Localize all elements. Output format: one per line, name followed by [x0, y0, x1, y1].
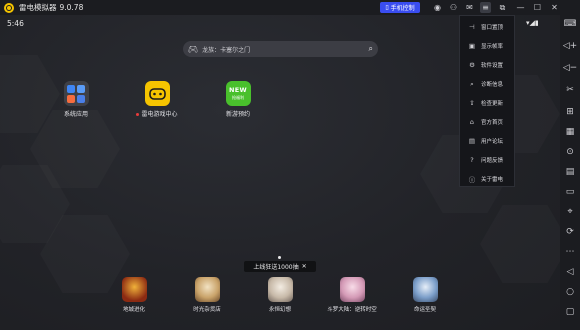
app-logo-icon [4, 2, 14, 13]
game-icon [339, 277, 365, 302]
keyboard-icon[interactable]: ⌨ [564, 18, 577, 30]
dock-app-label: 永恒幻想 [268, 307, 291, 313]
home-icon: ⌂ [469, 118, 475, 126]
menu-item-label: 窗口置顶 [481, 25, 504, 31]
settings-icon: ⚙ [469, 61, 475, 69]
menu-item-label: 官方首页 [481, 120, 504, 126]
mail-icon[interactable]: ✉ [464, 2, 475, 13]
menu-item-pin[interactable]: ⊣ 窗口置顶 [460, 19, 516, 35]
status-time: 5:46 [7, 19, 24, 28]
app-title: 雷电模拟器 [19, 3, 57, 12]
game-icon [121, 277, 147, 302]
operation-icon[interactable]: ▤ [564, 166, 576, 178]
maximize-icon[interactable]: ☐ [532, 2, 543, 13]
new-badge-dot [136, 113, 140, 116]
app-label: 雷电游戏中心 [141, 111, 178, 118]
feedback-icon: ? [470, 156, 474, 164]
add-app-icon[interactable]: ⊞ [564, 106, 576, 118]
menu-item-label: 关于雷电 [481, 177, 504, 183]
update-icon: ⇪ [469, 99, 475, 107]
fps-icon: ▣ [468, 42, 476, 50]
main-menu-dropdown: ⊣ 窗口置顶 ▣ 显示帧率 ⚙ 软件设置 ⌕ 诊断信息 ⇪ 检查更新 ⌂ 官方首… [459, 15, 515, 187]
status-icons: ▾◢▮ [526, 19, 539, 27]
menu-item-about[interactable]: ⓘ 关于雷电 [460, 171, 516, 187]
right-toolbar: ⌨ ◁+ ◁− ✂ ⊞ ▦ ⊙ ▤ ▭ ⌖ ⟳ ⋯ ◁ ○ ▢ [560, 15, 580, 330]
menu-item-label: 检查更新 [481, 101, 504, 107]
forum-icon: ▤ [468, 137, 476, 145]
dock-app-label: 时光杂货店 [193, 307, 221, 313]
screenshot-icon[interactable]: ✂ [564, 84, 576, 96]
game-icon [194, 277, 220, 302]
promo-banner[interactable]: 上线狂送1000抽 ✕ [244, 261, 316, 272]
about-icon: ⓘ [468, 176, 476, 184]
gamepad-icon: 🎮︎ [188, 44, 199, 54]
recent-apps-icon[interactable]: ▢ [564, 306, 576, 318]
promo-text: 上线狂送1000抽 [253, 264, 299, 271]
location-icon[interactable]: ⌖ [564, 206, 576, 218]
back-icon[interactable]: ◁ [564, 266, 576, 278]
background-hexagon [480, 205, 560, 283]
dock-app-label: 斗罗大陆：逆转时空 [327, 307, 377, 313]
menu-item-feedback[interactable]: ? 问题反馈 [460, 152, 516, 168]
more-icon[interactable]: ⋯ [564, 246, 576, 258]
record-icon[interactable]: ⊙ [564, 146, 576, 158]
minimize-icon[interactable]: — [515, 2, 526, 13]
diagnose-icon: ⌕ [470, 79, 474, 88]
folder-icon[interactable]: ▭ [564, 186, 576, 198]
phone-control-label: 手机控制 [390, 5, 415, 12]
keymap-icon[interactable]: ▦ [564, 126, 576, 138]
app-version: 9.0.78 [59, 3, 84, 12]
volume-down-icon[interactable]: ◁− [563, 62, 577, 74]
search-icon[interactable]: ⌕ [369, 44, 373, 54]
page-indicator [278, 256, 281, 259]
search-bar[interactable]: 🎮︎ 龙族：卡塞尔之门 ⌕ [183, 41, 378, 57]
dock-app-label: 命运圣契 [413, 307, 436, 313]
close-icon[interactable]: ✕ [549, 2, 560, 13]
controller-icon[interactable]: ◉ [432, 2, 443, 13]
new-game-icon: NEW 抢福利 [225, 81, 251, 106]
system-apps-icon [63, 81, 89, 106]
menu-icon[interactable]: ≡ [480, 2, 491, 13]
menu-item-homepage[interactable]: ⌂ 官方首页 [460, 114, 516, 130]
menu-item-label: 用户论坛 [481, 139, 504, 145]
app-game-center[interactable]: 雷电游戏中心 [127, 81, 187, 118]
home-nav-icon[interactable]: ○ [564, 286, 576, 298]
new-badge-subtext: 抢福利 [232, 95, 244, 100]
volume-up-icon[interactable]: ◁+ [563, 40, 577, 52]
menu-item-settings[interactable]: ⚙ 软件设置 [460, 57, 516, 73]
close-icon[interactable]: ✕ [302, 263, 307, 270]
game-icon [412, 277, 438, 302]
app-system-apps[interactable]: 系统应用 [46, 81, 106, 118]
game-center-icon [144, 81, 170, 106]
app-label: 系统应用 [63, 111, 88, 118]
game-icon [267, 277, 293, 302]
phone-control-button[interactable]: ▯ 手机控制 [380, 2, 420, 13]
user-icon[interactable]: ⚇ [448, 2, 459, 13]
phone-icon: ▯ [385, 4, 389, 11]
menu-item-fps[interactable]: ▣ 显示帧率 [460, 38, 516, 54]
menu-item-label: 问题反馈 [481, 158, 504, 164]
app-new-game[interactable]: NEW 抢福利 新游预约 [208, 81, 268, 118]
dock-app-dicheng[interactable]: 地城进化 [104, 277, 164, 313]
new-badge-text: NEW [229, 86, 247, 94]
title-bar: 雷电模拟器 9.0.78 ▯ 手机控制 ◉ ⚇ ✉ ≡ ⧉ — ☐ ✕ [0, 0, 580, 15]
dock-app-yongheng[interactable]: 永恒幻想 [250, 277, 310, 313]
pin-icon: ⊣ [469, 23, 475, 31]
menu-item-label: 软件设置 [481, 63, 504, 69]
dock-app-shiguang[interactable]: 时光杂货店 [177, 277, 237, 313]
app-label: 新游预约 [225, 111, 250, 118]
search-placeholder: 龙族：卡塞尔之门 [202, 46, 251, 54]
dock-app-douluo[interactable]: 斗罗大陆：逆转时空 [322, 277, 382, 313]
menu-item-label: 诊断信息 [481, 82, 504, 88]
dock-app-label: 地城进化 [122, 307, 145, 313]
menu-item-forum[interactable]: ▤ 用户论坛 [460, 133, 516, 149]
dock-app-mingyun[interactable]: 命运圣契 [395, 277, 455, 313]
menu-item-label: 显示帧率 [481, 44, 504, 50]
menu-item-diagnose[interactable]: ⌕ 诊断信息 [460, 76, 516, 92]
restore-icon[interactable]: ⧉ [497, 2, 508, 13]
sync-icon[interactable]: ⟳ [564, 226, 576, 238]
menu-item-update[interactable]: ⇪ 检查更新 [460, 95, 516, 111]
